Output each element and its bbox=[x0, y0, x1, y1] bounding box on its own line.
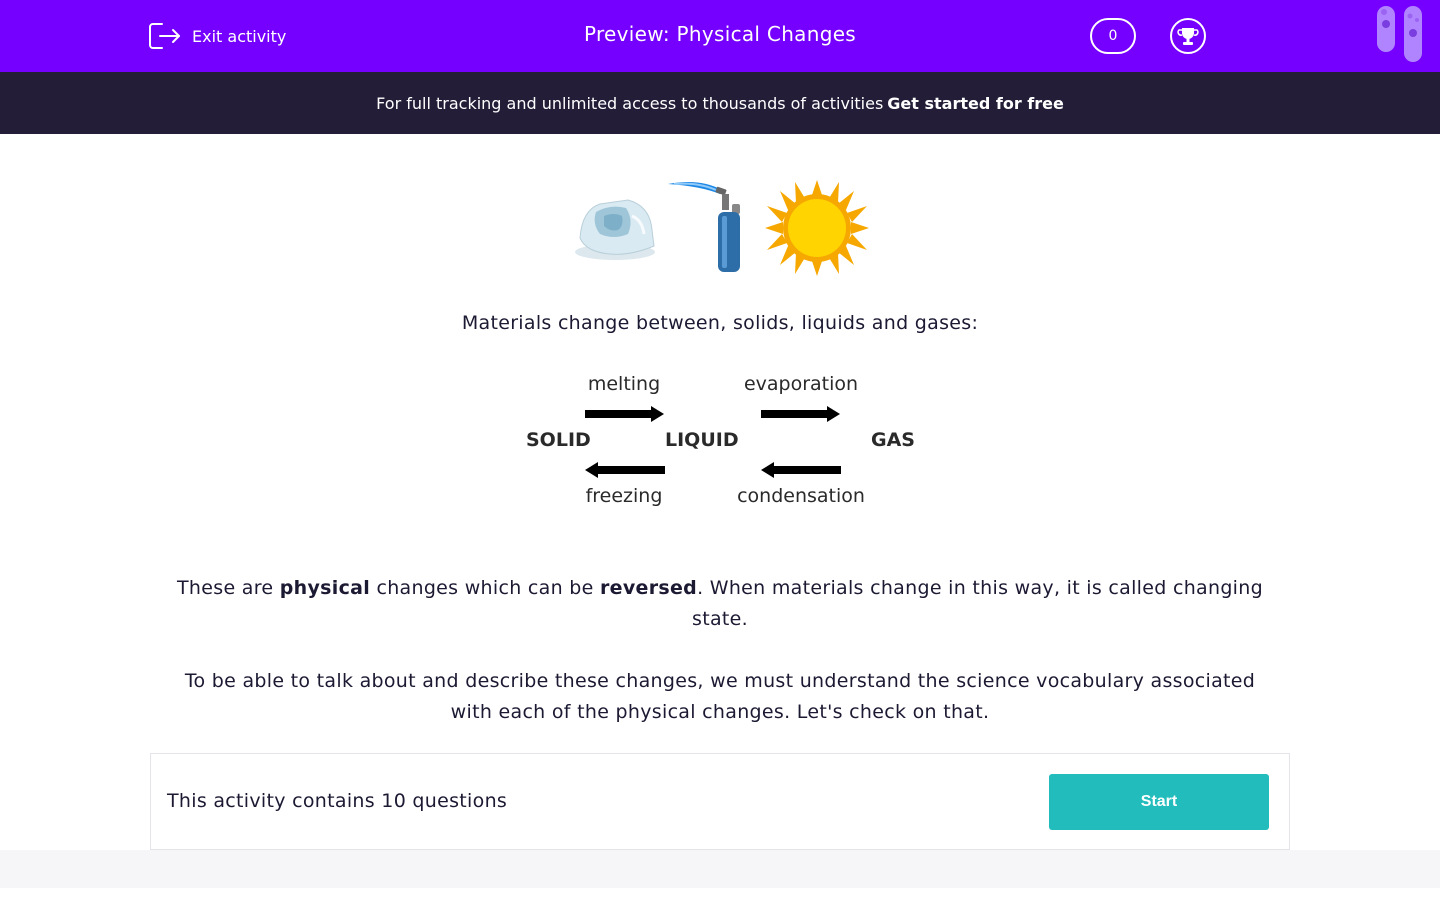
bottom-strip bbox=[0, 850, 1440, 888]
test-tubes-icon bbox=[1377, 6, 1422, 62]
get-started-link[interactable]: Get started for free bbox=[887, 94, 1064, 113]
para1-text-3: . When materials change in this way, it … bbox=[692, 577, 1263, 630]
intro-text: Materials change between, solids, liquid… bbox=[461, 312, 979, 334]
illustration-row bbox=[575, 180, 869, 276]
question-count-text: This activity contains 10 questions bbox=[167, 790, 508, 812]
ice-cube-icon bbox=[575, 199, 655, 260]
freezing-arrow-left bbox=[585, 462, 665, 478]
vocabulary-paragraph: To be able to talk about and describe th… bbox=[184, 670, 1256, 723]
freezing-label: freezing bbox=[585, 485, 663, 507]
gas-label: GAS bbox=[871, 429, 915, 451]
exit-activity-button[interactable]: Exit activity bbox=[148, 20, 286, 52]
trophy-icon[interactable] bbox=[1170, 18, 1206, 54]
melting-arrow-right bbox=[585, 406, 664, 422]
exit-activity-label: Exit activity bbox=[192, 26, 287, 46]
sun-icon bbox=[765, 180, 869, 276]
para1-text-2: changes which can be bbox=[370, 577, 600, 599]
upgrade-banner: For full tracking and unlimited access t… bbox=[0, 72, 1440, 134]
liquid-label: LIQUID bbox=[665, 429, 739, 451]
start-button[interactable]: Start bbox=[1049, 774, 1269, 830]
para1-bold-reversed: reversed bbox=[599, 577, 698, 599]
melting-label: melting bbox=[587, 373, 661, 395]
activity-footer: This activity contains 10 questions Star… bbox=[150, 753, 1290, 850]
top-header: Exit activity Preview: Physical Changes … bbox=[0, 0, 1440, 72]
physical-changes-paragraph: These are physical changes which can be … bbox=[170, 573, 1270, 635]
solid-label: SOLID bbox=[526, 429, 591, 451]
condensation-arrow-left bbox=[761, 462, 841, 478]
score-counter: 0 bbox=[1090, 18, 1136, 54]
banner-text: For full tracking and unlimited access t… bbox=[376, 93, 884, 113]
para1-text-1: These are bbox=[177, 577, 280, 599]
para1-bold-physical: physical bbox=[279, 577, 371, 599]
evaporation-label: evaporation bbox=[743, 373, 859, 395]
condensation-label: condensation bbox=[737, 485, 865, 507]
evaporation-arrow-right bbox=[761, 406, 840, 422]
exit-icon bbox=[149, 23, 180, 49]
blowtorch-icon bbox=[668, 182, 740, 272]
